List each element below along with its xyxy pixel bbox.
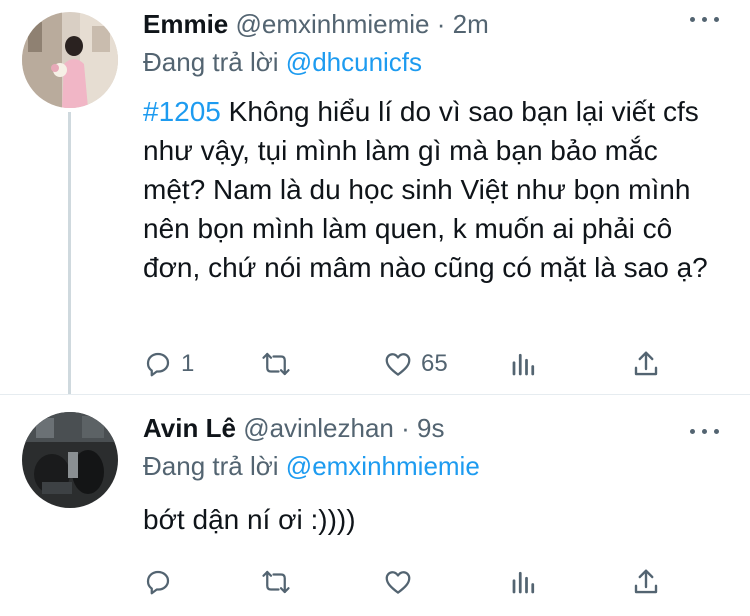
hashtag-link[interactable]: #1205 [143, 96, 221, 127]
tweet-header: Avin Lê @avinlezhan · 9s [143, 412, 445, 444]
tweet-body: bớt dận ní ơi :)))) [143, 504, 356, 535]
retweet-button[interactable] [261, 562, 291, 602]
tweet-header: Emmie @emxinhmiemie · 2m [143, 8, 489, 40]
timestamp[interactable]: 2m [453, 9, 489, 39]
reply-icon [146, 570, 170, 595]
like-count: 65 [421, 350, 448, 377]
tweet-emmie[interactable]: Emmie @emxinhmiemie · 2m Đang trả lời @d… [0, 0, 750, 394]
tweet-body: Không hiểu lí do vì sao bạn lại viết cfs… [143, 96, 708, 283]
separator-dot: · [401, 413, 410, 443]
display-name[interactable]: Emmie [143, 9, 228, 39]
user-handle[interactable]: @avinlezhan [243, 413, 394, 443]
replying-prefix: Đang trả lời [143, 451, 279, 481]
avatar[interactable] [22, 12, 118, 108]
reply-icon [146, 352, 170, 377]
analytics-button[interactable] [509, 562, 539, 602]
tweet-actions: 1 65 [143, 344, 683, 384]
share-button[interactable] [631, 344, 661, 384]
replying-to: Đang trả lời @emxinhmiemie [143, 450, 480, 482]
reply-button[interactable]: 1 [143, 344, 194, 384]
tweet-actions [143, 562, 683, 602]
tweet-text: bớt dận ní ơi :)))) [143, 500, 723, 539]
replying-prefix: Đang trả lời [143, 47, 279, 77]
tweet-avin[interactable]: Avin Lê @avinlezhan · 9s Đang trả lời @e… [0, 394, 750, 616]
timestamp[interactable]: 9s [417, 413, 444, 443]
display-name[interactable]: Avin Lê [143, 413, 236, 443]
reply-button[interactable] [143, 562, 173, 602]
replying-mention[interactable]: @emxinhmiemie [286, 451, 480, 481]
retweet-button[interactable] [261, 344, 299, 384]
reply-count: 1 [181, 350, 195, 377]
more-icon[interactable] [690, 15, 720, 25]
replying-mention[interactable]: @dhcunicfs [286, 47, 422, 77]
analytics-icon [512, 353, 535, 376]
retweet-icon [262, 570, 290, 594]
share-icon [634, 569, 658, 594]
like-button[interactable] [383, 562, 413, 602]
retweet-icon [262, 352, 290, 376]
avatar[interactable] [22, 412, 118, 508]
separator-dot: · [436, 9, 446, 39]
share-icon [634, 351, 658, 376]
user-handle[interactable]: @emxinhmiemie [236, 9, 430, 39]
analytics-button[interactable] [509, 344, 539, 384]
replying-to: Đang trả lời @dhcunicfs [143, 46, 422, 78]
more-icon[interactable] [690, 427, 720, 437]
analytics-icon [512, 571, 535, 594]
share-button[interactable] [631, 562, 661, 602]
like-icon [385, 571, 411, 594]
like-icon [385, 353, 411, 376]
tweet-text: #1205 Không hiểu lí do vì sao bạn lại vi… [143, 92, 723, 287]
like-button[interactable]: 65 [383, 344, 448, 384]
